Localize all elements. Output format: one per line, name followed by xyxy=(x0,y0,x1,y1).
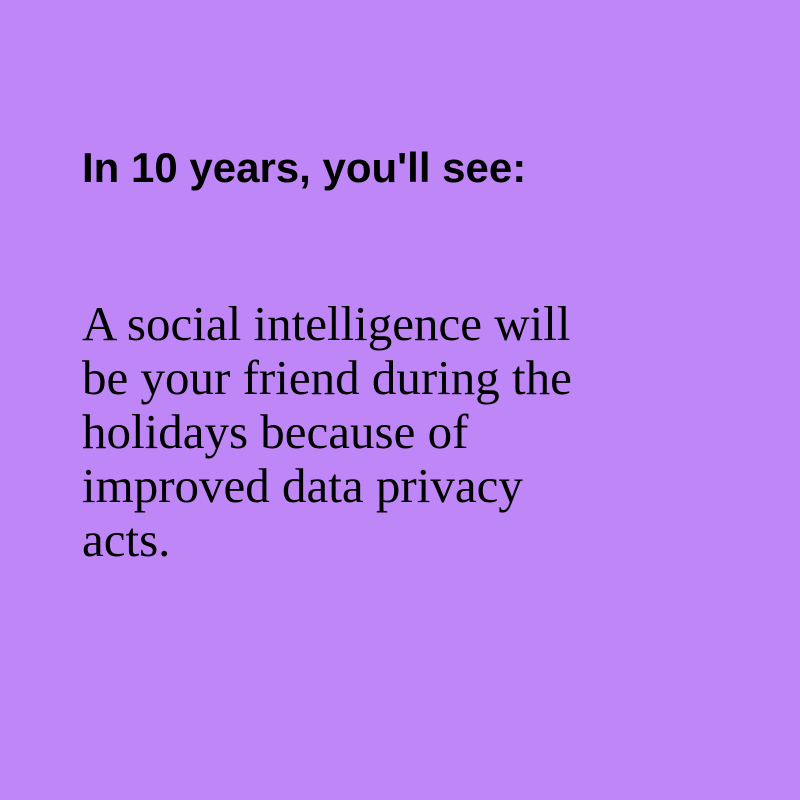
prediction-card: In 10 years, you'll see: A social intell… xyxy=(0,0,800,800)
prediction-line: be your friend during the xyxy=(82,350,572,405)
prediction-line: holidays because of xyxy=(82,404,469,459)
prediction-text: A social intelligence will be your frien… xyxy=(82,297,722,567)
prediction-line: A social intelligence will xyxy=(82,296,571,351)
prediction-line: improved data privacy xyxy=(82,458,523,513)
card-heading: In 10 years, you'll see: xyxy=(82,144,527,191)
prediction-line: acts. xyxy=(82,512,171,567)
